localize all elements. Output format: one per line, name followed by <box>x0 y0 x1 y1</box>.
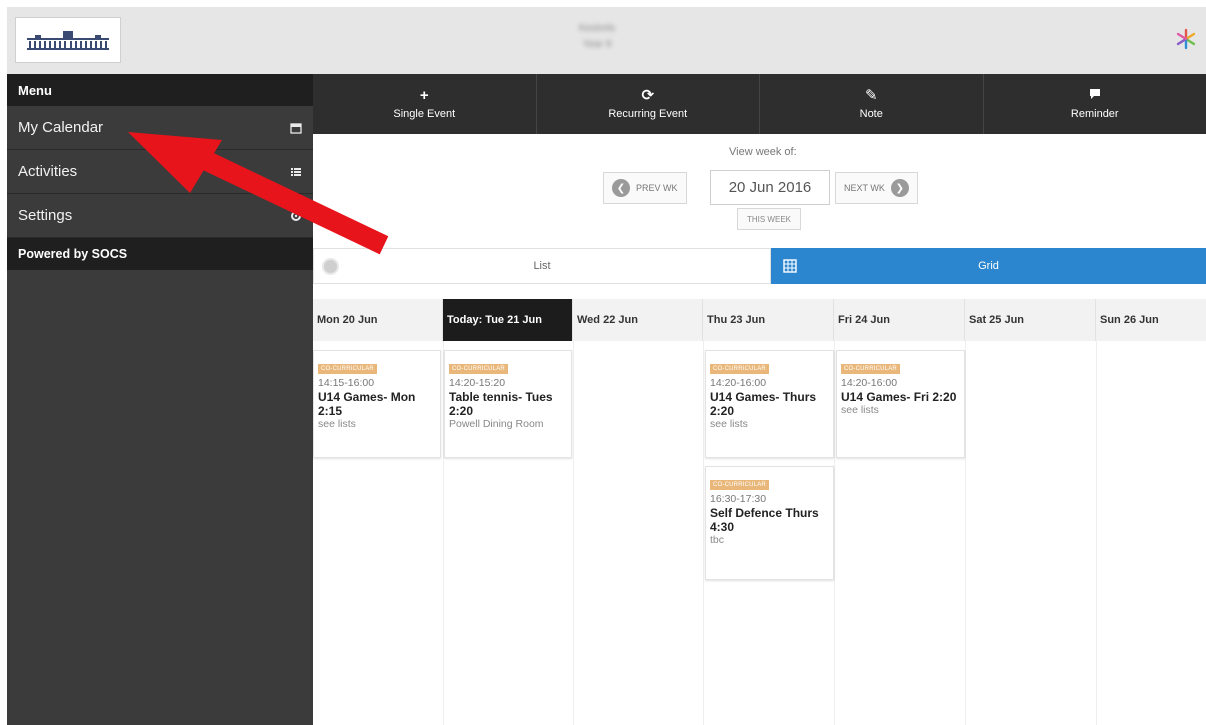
recurring-event-button[interactable]: ⟳ Recurring Event <box>537 74 760 134</box>
list-view-label: List <box>533 260 551 272</box>
plus-icon: + <box>419 87 429 104</box>
event-card[interactable]: CO-CURRICULAR 14:15-16:00 U14 Games- Mon… <box>313 350 441 458</box>
event-time: 14:20-16:00 <box>710 377 767 389</box>
column-divider <box>573 341 574 725</box>
event-category-tag: CO-CURRICULAR <box>710 480 769 490</box>
day-header-wed: Wed 22 Jun <box>573 299 703 341</box>
event-location: Powell Dining Room <box>449 418 544 430</box>
event-card[interactable]: CO-CURRICULAR 14:20-15:20 Table tennis- … <box>444 350 572 458</box>
day-header-sun: Sun 26 Jun <box>1096 299 1206 341</box>
week-date-input[interactable]: 20 Jun 2016 <box>710 170 830 205</box>
event-time: 14:20-15:20 <box>449 377 506 389</box>
grid-view-icon <box>783 259 797 273</box>
event-title: U14 Games- Mon 2:15 <box>318 390 416 418</box>
tool-label: Recurring Event <box>608 108 688 120</box>
school-name-line1: Kestrels <box>578 23 616 34</box>
next-week-button[interactable]: NEXT WK ❯ <box>835 172 918 204</box>
tool-label: Note <box>859 108 883 120</box>
tool-label: Single Event <box>393 108 456 120</box>
list-icon <box>289 165 303 179</box>
sidebar-item-label: Activities <box>18 163 78 180</box>
week-calendar-grid: Mon 20 Jun Today: Tue 21 Jun Wed 22 Jun … <box>313 299 1206 725</box>
next-week-label: NEXT WK <box>844 183 885 193</box>
sidebar-item-settings[interactable]: Settings <box>7 194 313 238</box>
event-category-tag: CO-CURRICULAR <box>710 364 769 374</box>
school-name: Kestrels Year 9 <box>542 21 652 53</box>
event-time: 14:15-16:00 <box>318 377 375 389</box>
column-divider <box>834 341 835 725</box>
powered-by-socs: Powered by SOCS <box>7 238 313 270</box>
this-week-button[interactable]: THIS WEEK <box>737 208 801 230</box>
gear-icon <box>289 209 303 223</box>
event-category-tag: CO-CURRICULAR <box>318 364 377 374</box>
sidebar-item-label: Settings <box>18 207 73 224</box>
app-frame: Kestrels Year 9 Menu My Calendar Activit… <box>7 7 1206 725</box>
school-logo[interactable] <box>15 17 121 63</box>
reminder-button[interactable]: Reminder <box>984 74 1206 134</box>
view-week-label: View week of: <box>729 146 797 158</box>
sidebar-item-my-calendar[interactable]: My Calendar <box>7 106 313 150</box>
event-time: 14:20-16:00 <box>841 377 898 389</box>
event-location: tbc <box>710 534 725 546</box>
prev-week-button[interactable]: ❮ PREV WK <box>603 172 687 204</box>
note-button[interactable]: ✎ Note <box>760 74 984 134</box>
day-header-thu: Thu 23 Jun <box>703 299 834 341</box>
day-header-fri: Fri 24 Jun <box>834 299 965 341</box>
day-header-mon: Mon 20 Jun <box>313 299 443 341</box>
event-card[interactable]: CO-CURRICULAR 14:20-16:00 U14 Games- Thu… <box>705 350 834 458</box>
chevron-left-icon: ❮ <box>612 179 630 197</box>
pencil-icon: ✎ <box>864 87 878 104</box>
event-title: U14 Games- Thurs 2:20 <box>710 390 817 418</box>
sidebar-item-label: My Calendar <box>18 119 104 136</box>
list-view-icon <box>322 258 339 275</box>
column-divider <box>1096 341 1097 725</box>
day-header-tue-today: Today: Tue 21 Jun <box>443 299 573 341</box>
column-divider <box>965 341 966 725</box>
day-header-sat: Sat 25 Jun <box>965 299 1096 341</box>
event-location: see lists <box>318 418 356 430</box>
event-card[interactable]: CO-CURRICULAR 16:30-17:30 Self Defence T… <box>705 466 834 580</box>
prev-week-label: PREV WK <box>636 183 678 193</box>
calendar-icon <box>289 121 303 135</box>
school-building-icon <box>27 31 109 50</box>
list-view-tab[interactable]: List <box>313 248 771 284</box>
sidebar-item-activities[interactable]: Activities <box>7 150 313 194</box>
single-event-button[interactable]: + Single Event <box>313 74 537 134</box>
refresh-icon: ⟳ <box>641 87 655 104</box>
speech-bubble-icon <box>1089 88 1101 104</box>
grid-view-tab[interactable]: Grid <box>771 248 1206 284</box>
sidebar: Menu My Calendar Activities Settings Pow… <box>7 74 313 725</box>
action-toolbar: + Single Event ⟳ Recurring Event ✎ Note … <box>313 74 1206 134</box>
socs-pinwheel-icon <box>1176 28 1196 50</box>
event-location: see lists <box>841 404 879 416</box>
event-location: see lists <box>710 418 748 430</box>
column-divider <box>703 341 704 725</box>
tool-label: Reminder <box>1070 108 1119 120</box>
header-bar: Kestrels Year 9 <box>7 7 1206 74</box>
event-category-tag: CO-CURRICULAR <box>449 364 508 374</box>
event-time: 16:30-17:30 <box>710 493 767 505</box>
chevron-right-icon: ❯ <box>890 179 909 197</box>
event-card[interactable]: CO-CURRICULAR 14:20-16:00 U14 Games- Fri… <box>836 350 965 458</box>
view-toggle: List Grid <box>313 248 1206 284</box>
event-title: Table tennis- Tues 2:20 <box>449 390 553 418</box>
event-title: U14 Games- Fri 2:20 <box>841 390 957 404</box>
event-category-tag: CO-CURRICULAR <box>841 364 900 374</box>
grid-view-label: Grid <box>978 260 999 272</box>
menu-heading: Menu <box>7 74 313 106</box>
event-title: Self Defence Thurs 4:30 <box>710 506 819 534</box>
school-name-line2: Year 9 <box>582 39 612 50</box>
